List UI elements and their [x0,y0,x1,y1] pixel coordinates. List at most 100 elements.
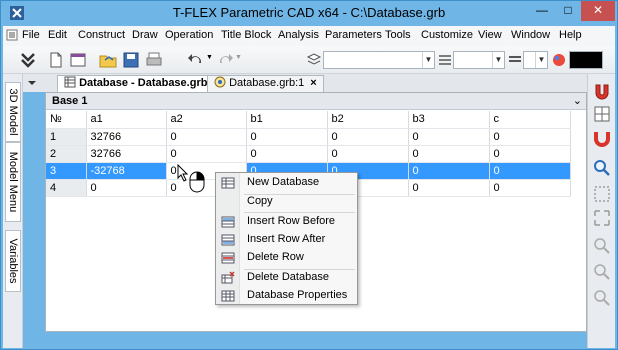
open-folder-icon[interactable] [99,51,117,69]
row-number[interactable]: 2 [46,145,87,163]
table-cell[interactable]: 0 [408,179,490,197]
layer-combo[interactable]: ▼ [323,51,435,69]
tab-drawing[interactable]: Database.grb:1 × [207,75,324,92]
menu-parameters[interactable]: Parameters [325,29,382,41]
column-header[interactable]: b3 [408,111,490,129]
database-header[interactable]: Base 1 ⌄ [46,93,586,110]
table-cell[interactable]: 0 [327,145,409,163]
undo-icon[interactable] [187,51,205,69]
document-window-icon[interactable] [69,51,87,69]
left-panel: 3D Model Model Menu Variables [3,74,23,348]
snap-magnet-icon[interactable] [592,128,612,148]
table-cell[interactable]: 0 [327,128,409,146]
menu-analysis[interactable]: Analysis [278,29,319,41]
tab-model-menu-label: Model Menu [7,151,19,213]
table-cell[interactable]: 0 [166,128,247,146]
new-database-icon [221,177,235,189]
print-icon[interactable] [145,51,163,69]
column-header[interactable]: № [46,111,87,129]
right-toolbar [587,74,615,348]
column-header[interactable]: a1 [86,111,167,129]
table-cell[interactable]: 0 [408,145,490,163]
menu-item-delete-database[interactable]: Delete Database [216,269,357,287]
row-number[interactable]: 3 [46,162,87,180]
line-style-icon[interactable] [436,51,454,69]
table-cell[interactable]: 0 [489,162,571,180]
table-cell[interactable]: 32766 [86,145,167,163]
color-combo[interactable] [569,51,603,69]
menu-file[interactable]: File [22,29,40,41]
table-cell[interactable]: 0 [489,179,571,197]
minimize-button[interactable]: — [529,1,555,21]
line-width-icon[interactable] [506,51,524,69]
tflex-logo-icon[interactable] [19,51,37,69]
close-button[interactable]: ✕ [581,1,615,21]
table-cell[interactable]: 0 [408,128,490,146]
zoom-previous-icon[interactable] [592,288,612,308]
zoom-icon[interactable] [592,158,612,178]
menu-operation[interactable]: Operation [165,29,213,41]
menu-item-delete-row[interactable]: Delete Row [216,249,357,267]
table-cell[interactable]: 0 [86,179,167,197]
menu-item-copy[interactable]: Copy [216,193,357,211]
database-properties-icon [221,290,235,302]
table-cell[interactable]: 0 [408,162,490,180]
menu-draw[interactable]: Draw [132,29,158,41]
magnet-icon[interactable] [592,82,612,102]
fit-window-icon[interactable] [592,208,612,228]
table-cell[interactable]: 0 [166,145,247,163]
table-cell[interactable]: 0 [246,128,328,146]
column-header[interactable]: b2 [327,111,409,129]
menu-customize[interactable]: Customize [421,29,473,41]
menu-item-label: New Database [247,176,320,188]
maximize-button[interactable]: □ [555,1,581,21]
table-cell[interactable]: 0 [489,145,571,163]
document-tabs: Database - Database.grb× Database.grb:1 × [23,74,587,92]
menu-item-insert-row-before[interactable]: Insert Row Before [216,213,357,231]
menu-help[interactable]: Help [559,29,582,41]
redo-dropdown-icon[interactable]: ▼ [235,54,242,61]
save-icon[interactable] [122,51,140,69]
column-header[interactable]: c [489,111,571,129]
zoom-window-icon[interactable] [592,184,612,204]
layer-icon[interactable] [305,51,323,69]
menu-item-new-database[interactable]: New Database [216,174,357,192]
menu-tools[interactable]: Tools [385,29,411,41]
line-width-combo[interactable]: ▼ [523,51,548,69]
table-row[interactable]: 2 32766 0 0 0 0 0 [46,145,571,163]
close-tab-icon[interactable]: × [310,77,316,89]
menu-window[interactable]: Window [511,29,550,41]
menu-item-insert-row-after[interactable]: Insert Row After [216,231,357,249]
chevron-down-icon[interactable]: ⌄ [573,94,582,107]
tab-3d-model[interactable]: 3D Model [5,82,21,142]
row-number[interactable]: 4 [46,179,87,197]
table-row[interactable]: 1 32766 0 0 0 0 0 [46,128,571,146]
new-document-icon[interactable] [47,51,65,69]
line-style-combo[interactable]: ▼ [453,51,505,69]
row-number[interactable]: 1 [46,128,87,146]
tab-variables[interactable]: Variables [5,230,21,292]
table-cell[interactable]: 0 [246,145,328,163]
title-bar[interactable]: T-FLEX Parametric CAD x64 - C:\Database.… [1,1,617,25]
column-header[interactable]: b1 [246,111,328,129]
table-cell[interactable]: 32766 [86,128,167,146]
database-name: Base 1 [52,95,88,107]
undo-dropdown-icon[interactable]: ▼ [206,54,213,61]
main-toolbar: ▼ ▼ ▼ ▼ ▼ [3,46,615,74]
tab-database[interactable]: Database - Database.grb× [57,75,227,92]
color-palette-icon[interactable] [550,51,568,69]
column-header[interactable]: a2 [166,111,247,129]
table-cell[interactable]: -32768 [86,162,167,180]
redo-icon[interactable] [216,51,234,69]
zoom-out-icon[interactable] [592,262,612,282]
snap-grid-icon[interactable] [592,104,612,124]
menu-edit[interactable]: Edit [48,29,67,41]
menu-title-block[interactable]: Title Block [221,29,271,41]
zoom-in-icon[interactable] [592,236,612,256]
tab-list-icon[interactable] [27,78,37,88]
menu-view[interactable]: View [478,29,502,41]
menu-construct[interactable]: Construct [78,29,125,41]
menu-item-database-properties[interactable]: Database Properties [216,287,357,305]
table-cell[interactable]: 0 [489,128,571,146]
tab-model-menu[interactable]: Model Menu [5,142,21,222]
